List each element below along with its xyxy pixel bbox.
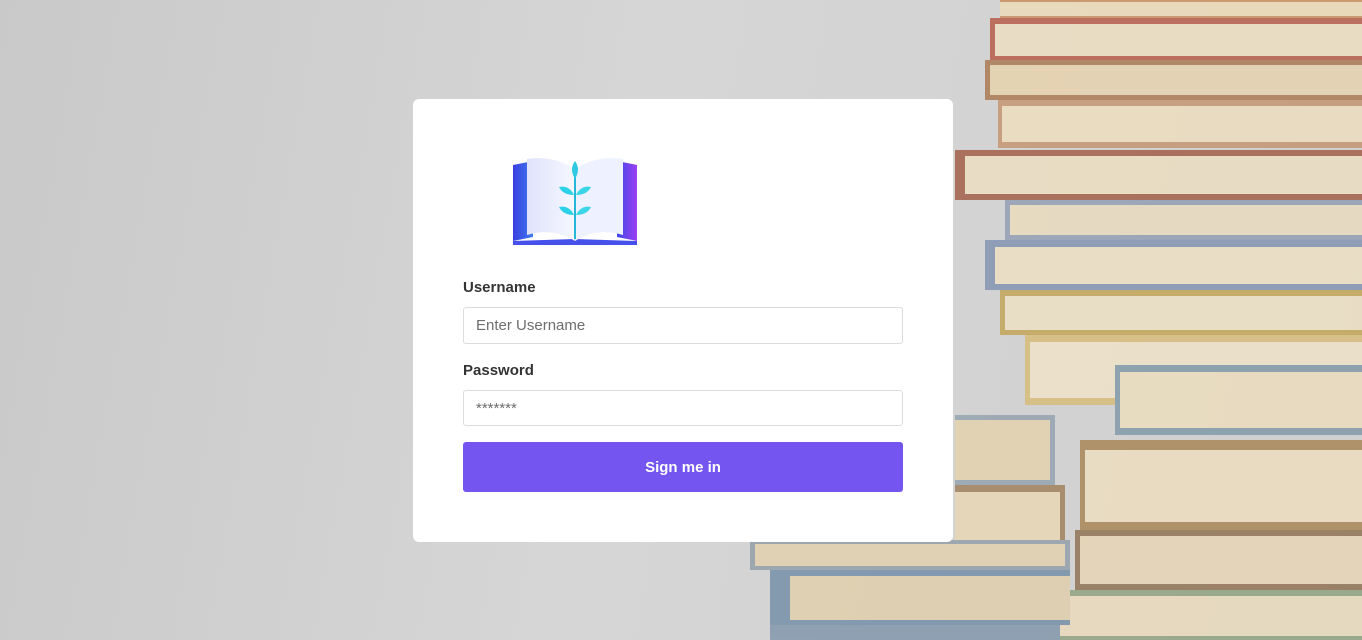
username-label: Username — [463, 279, 536, 296]
username-input[interactable] — [463, 307, 903, 344]
password-label: Password — [463, 362, 534, 379]
sign-in-button[interactable]: Sign me in — [463, 442, 903, 492]
login-card: Username Password Sign me in — [413, 99, 953, 542]
password-input[interactable] — [463, 390, 903, 426]
open-book-sprout-icon — [513, 158, 637, 245]
